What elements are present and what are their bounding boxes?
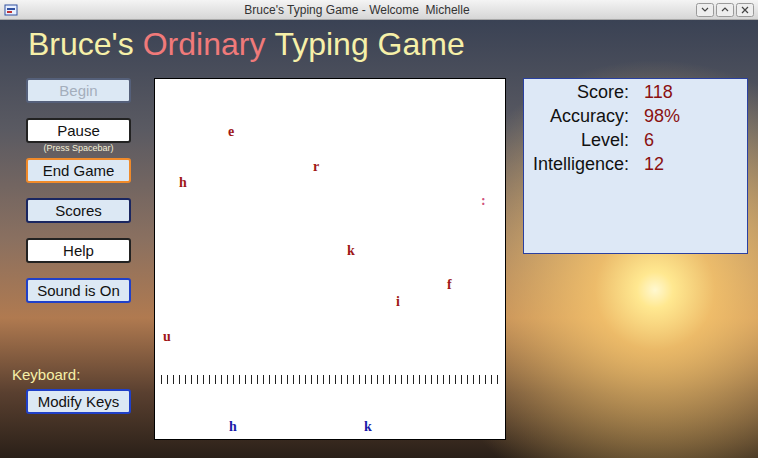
stat-value: 6 bbox=[644, 128, 747, 152]
close-icon[interactable] bbox=[736, 3, 754, 17]
modify-keys-button[interactable]: Modify Keys bbox=[26, 389, 131, 414]
falling-letter: u bbox=[163, 329, 171, 345]
menu-button: Begin bbox=[26, 78, 131, 103]
falling-letter: h bbox=[179, 175, 187, 191]
stats-panel: Score: 118 Accuracy: 98% Level: 6 Intelligence… bbox=[523, 78, 748, 254]
stat-value: 98% bbox=[644, 104, 747, 128]
minimize-icon[interactable] bbox=[696, 3, 714, 17]
stat-value: 118 bbox=[644, 80, 747, 104]
shooter-letter: h bbox=[229, 419, 237, 435]
falling-letter: i bbox=[396, 294, 400, 310]
game-heading: Bruce'sOrdinaryTyping Game bbox=[0, 20, 758, 78]
ground-line bbox=[161, 375, 500, 384]
stat-label: Accuracy: bbox=[524, 104, 629, 128]
stat-value: 12 bbox=[644, 152, 747, 176]
background-photo: Bruce'sOrdinaryTyping GameBeginPause(Pre… bbox=[0, 20, 758, 458]
button-hint: (Press Spacebar) bbox=[26, 143, 131, 153]
title-bar: Bruce's Typing Game - Welcome Michelle bbox=[0, 0, 758, 20]
stat-label: Level: bbox=[524, 128, 629, 152]
falling-letter: f bbox=[447, 277, 452, 293]
heading-word: Bruce's bbox=[28, 24, 134, 78]
game-board[interactable]: e r h: k f i u h k bbox=[154, 78, 506, 440]
shooter-letter: k bbox=[364, 419, 372, 435]
menu-button[interactable]: Sound is On bbox=[26, 278, 131, 303]
stat-label: Intelligence: bbox=[524, 152, 629, 176]
falling-letter: r bbox=[313, 159, 319, 175]
maximize-icon[interactable] bbox=[716, 3, 734, 17]
app-icon bbox=[4, 3, 18, 17]
falling-letter: e bbox=[228, 124, 234, 140]
menu-button[interactable]: Scores bbox=[26, 198, 131, 223]
game-window: Bruce's Typing Game - Welcome Michelle Br… bbox=[0, 0, 758, 458]
menu-button[interactable]: Help bbox=[26, 238, 131, 263]
heading-word: Typing Game bbox=[274, 24, 464, 78]
menu-button[interactable]: Pause bbox=[26, 118, 131, 143]
button-column: Begin Pause(Press Spacebar) End Game Scores… bbox=[0, 78, 131, 440]
stat-label: Score: bbox=[524, 80, 629, 104]
window-title: Bruce's Typing Game - Welcome Michelle bbox=[18, 3, 696, 17]
heading-word: Ordinary bbox=[143, 24, 266, 78]
falling-letter: k bbox=[347, 243, 355, 259]
menu-button[interactable]: End Game bbox=[26, 158, 131, 183]
keyboard-label: Keyboard: bbox=[12, 366, 131, 384]
falling-letter: : bbox=[481, 193, 486, 209]
